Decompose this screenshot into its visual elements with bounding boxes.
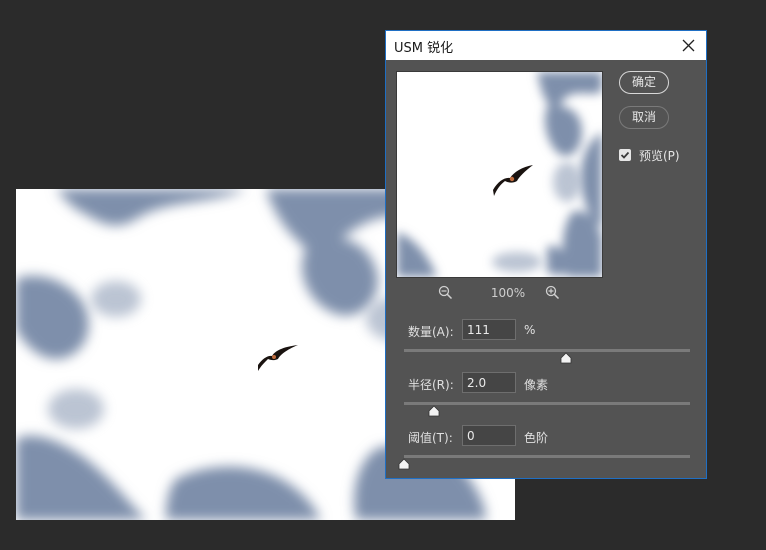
amount-unit: % (524, 323, 536, 337)
radius-label: 半径(R): (408, 378, 454, 392)
cancel-button[interactable]: 取消 (619, 106, 669, 129)
amount-input[interactable] (462, 319, 516, 340)
workspace-canvas: USM 锐化 确定 取消 预览(P) 100% 数量(A): 111 % 半径(… (0, 0, 766, 550)
radius-slider-track[interactable] (404, 402, 690, 405)
threshold-slider-thumb[interactable] (398, 458, 410, 470)
zoom-out-icon[interactable] (438, 285, 453, 300)
preview-checkbox[interactable] (619, 149, 631, 161)
amount-slider-track[interactable] (404, 349, 690, 352)
radius-slider-thumb[interactable] (428, 405, 440, 417)
unsharp-mask-dialog: USM 锐化 确定 取消 预览(P) 100% 数量(A): 111 % 半径(… (385, 30, 707, 479)
dialog-titlebar[interactable]: USM 锐化 (386, 31, 706, 60)
threshold-label: 阈值(T): (408, 431, 453, 445)
amount-slider-thumb[interactable] (560, 352, 572, 364)
threshold-unit: 色阶 (524, 431, 549, 445)
zoom-controls: 100% (396, 284, 603, 302)
zoom-in-icon[interactable] (545, 285, 560, 300)
threshold-input[interactable] (462, 425, 516, 446)
threshold-slider-track[interactable] (404, 455, 690, 458)
close-icon (682, 39, 695, 52)
close-button[interactable] (672, 31, 706, 60)
checkmark-icon (620, 151, 630, 159)
dialog-title: USM 锐化 (394, 41, 454, 56)
zoom-level: 100% (490, 286, 526, 300)
radius-unit: 像素 (524, 378, 549, 392)
amount-label: 数量(A): (408, 325, 454, 339)
radius-input[interactable] (462, 372, 516, 393)
preview-window[interactable] (396, 71, 603, 278)
preview-image (397, 72, 602, 277)
preview-checkbox-label: 预览(P) (639, 149, 680, 163)
ok-button[interactable]: 确定 (619, 71, 669, 94)
